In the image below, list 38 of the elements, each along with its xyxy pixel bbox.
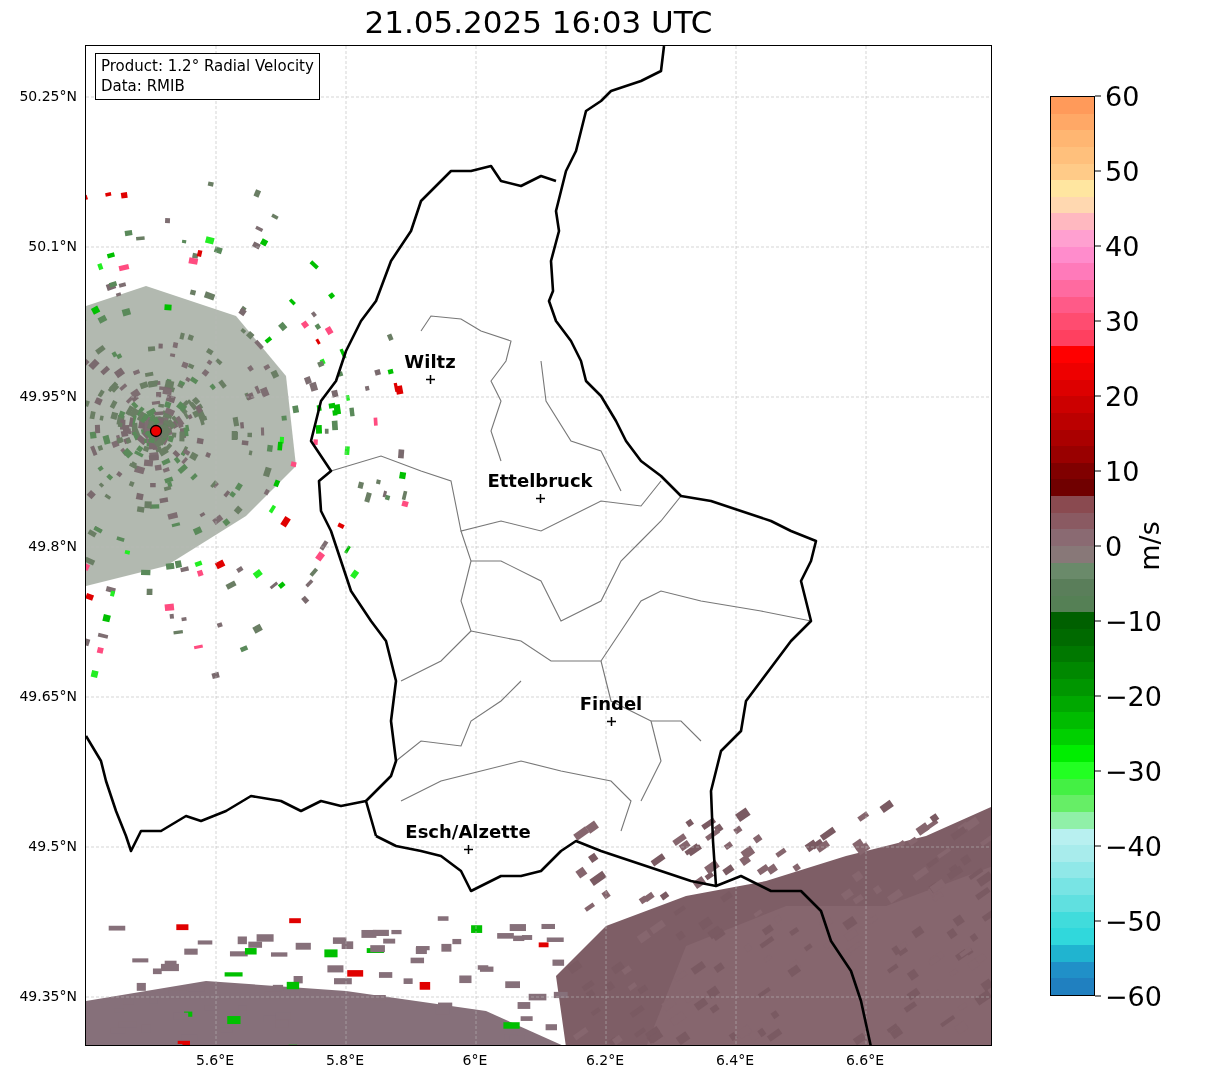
longitude-label: 6.6°E bbox=[845, 1052, 885, 1068]
city-label: Ettelbruck bbox=[487, 470, 593, 491]
info-text: Data: RMIB bbox=[101, 76, 186, 96]
longitude-label: 6.4°E bbox=[715, 1052, 755, 1068]
latitude-label: 49.95°N bbox=[19, 388, 77, 404]
colorbar-tick-label: −40 bbox=[1095, 832, 1162, 860]
latitude-label: 49.65°N bbox=[19, 688, 77, 704]
colorbar-tick-label: −10 bbox=[1095, 607, 1162, 635]
info-text: Product: 1.2° Radial Velocity bbox=[101, 56, 314, 76]
city-marker-icon bbox=[606, 716, 616, 726]
colorbar-tick-label: 40 bbox=[1095, 232, 1140, 260]
city-label: Wiltz bbox=[404, 351, 456, 372]
colorbar-tick-label: −20 bbox=[1095, 682, 1162, 710]
city-marker-icon bbox=[425, 374, 435, 384]
longitude-label: 5.6°E bbox=[195, 1052, 235, 1068]
colorbar-tick-label: −60 bbox=[1095, 982, 1162, 1010]
latitude-label: 49.5°N bbox=[28, 838, 77, 854]
latitude-label: 50.1°N bbox=[28, 238, 77, 254]
longitude-label: 5.8°E bbox=[325, 1052, 365, 1068]
city-label: Esch/Alzette bbox=[405, 821, 531, 842]
colorbar-tick-label: 60 bbox=[1095, 82, 1140, 110]
latitude-label: 49.35°N bbox=[19, 988, 77, 1004]
longitude-label: 6.2°E bbox=[585, 1052, 625, 1068]
city-marker-icon bbox=[535, 493, 545, 503]
latitude-label: 50.25°N bbox=[19, 88, 77, 104]
colorbar-tick-label: 10 bbox=[1095, 457, 1140, 485]
colorbar-tick-label: −30 bbox=[1095, 757, 1162, 785]
colorbar-tick-label: 50 bbox=[1095, 157, 1140, 185]
colorbar-tick-label: 20 bbox=[1095, 382, 1140, 410]
longitude-label: 6°E bbox=[462, 1052, 488, 1068]
latitude-label: 49.8°N bbox=[28, 538, 77, 554]
colorbar-tick-label: 30 bbox=[1095, 307, 1140, 335]
colorbar-tick-label: −50 bbox=[1095, 907, 1162, 935]
colorbar-label: m/s bbox=[1134, 521, 1166, 571]
city-marker-icon bbox=[463, 844, 473, 854]
chart-title: 21.05.2025 16:03 UTC bbox=[364, 7, 713, 38]
city-label: Findel bbox=[579, 693, 643, 714]
colorbar-tick-label: 0 bbox=[1095, 532, 1123, 560]
